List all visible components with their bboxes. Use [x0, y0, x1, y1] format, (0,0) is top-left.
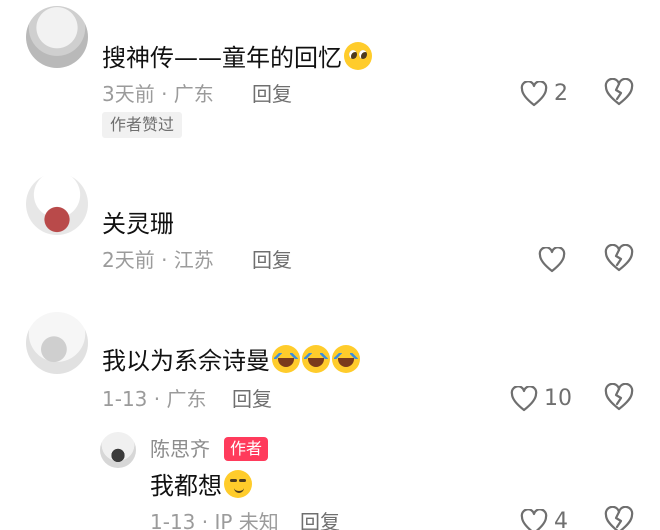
- reply-body: 我都想: [150, 472, 222, 500]
- heart-outline-icon: [510, 386, 538, 412]
- like-count: 2: [554, 81, 568, 106]
- pleading-face-emoji: [344, 42, 372, 70]
- heart-outline-icon: [520, 81, 548, 107]
- reply-author-name[interactable]: 陈思齐: [150, 436, 210, 462]
- reply-button[interactable]: 回复: [252, 246, 292, 274]
- dislike-button[interactable]: [604, 77, 636, 110]
- dislike-button[interactable]: [604, 505, 636, 530]
- author-tag-badge: 作者: [224, 437, 269, 461]
- like-count: 4: [554, 509, 568, 530]
- rolling-laughing-emoji: [272, 345, 300, 373]
- reply-button[interactable]: 回复: [252, 80, 292, 108]
- avatar[interactable]: [26, 6, 88, 68]
- heart-outline-icon: [538, 247, 566, 273]
- comment-text: 我以为系佘诗曼: [102, 345, 360, 377]
- reply-meta: 1-13 · IP 未知: [150, 510, 279, 530]
- dislike-button[interactable]: [604, 382, 636, 415]
- like-button[interactable]: 10: [510, 383, 572, 415]
- avatar[interactable]: [26, 173, 88, 235]
- comment-section: 搜神传——童年的回忆 3天前 · 广东 回复 作者赞过 2 关灵珊 2天前 · …: [0, 0, 660, 530]
- author-liked-badge: 作者赞过: [102, 112, 183, 138]
- like-count: 10: [544, 386, 572, 411]
- comment-body: 我以为系佘诗曼: [102, 347, 270, 375]
- like-button[interactable]: 4: [520, 506, 568, 530]
- comment-text: 关灵珊: [102, 208, 174, 240]
- heart-outline-icon: [520, 509, 548, 530]
- broken-heart-icon: [604, 243, 634, 272]
- comment-text: 搜神传——童年的回忆: [102, 42, 372, 74]
- rolling-laughing-emoji: [302, 345, 330, 373]
- comment-meta: 3天前 · 广东: [102, 82, 214, 106]
- comment-body: 关灵珊: [102, 210, 174, 238]
- reply-button[interactable]: 回复: [232, 385, 272, 413]
- broken-heart-icon: [604, 382, 634, 411]
- comment-meta: 1-13 · 广东: [102, 387, 207, 411]
- reply-button[interactable]: 回复: [300, 508, 340, 530]
- comment-meta: 2天前 · 江苏: [102, 248, 214, 272]
- avatar[interactable]: [26, 312, 88, 374]
- like-button[interactable]: [538, 244, 566, 276]
- reply-text: 我都想: [150, 470, 252, 502]
- comment-body: 搜神传——童年的回忆: [102, 44, 342, 72]
- smirk-emoji: [224, 470, 252, 498]
- like-button[interactable]: 2: [520, 78, 568, 110]
- rolling-laughing-emoji: [332, 345, 360, 373]
- reply-avatar[interactable]: [100, 432, 136, 468]
- broken-heart-icon: [604, 77, 634, 106]
- dislike-button[interactable]: [604, 243, 636, 276]
- broken-heart-icon: [604, 505, 634, 530]
